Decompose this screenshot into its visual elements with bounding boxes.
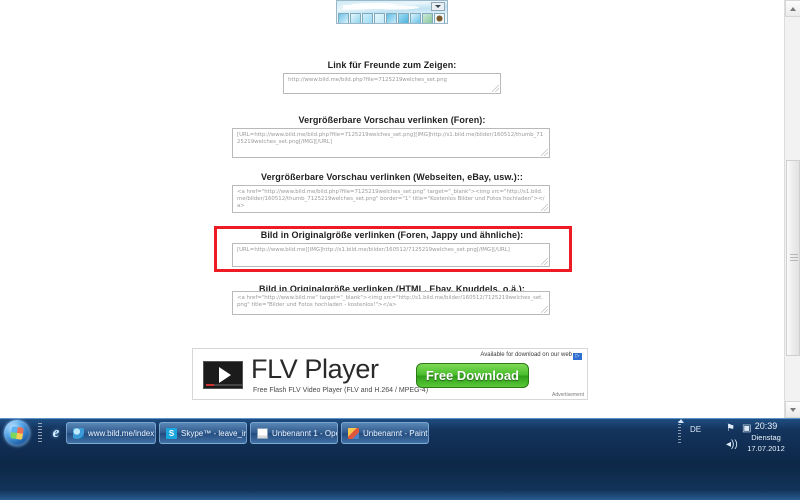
clock[interactable]: 20:39 Dienstag 17.07.2012 — [738, 421, 794, 454]
thumbnail-tile — [422, 13, 433, 23]
thumbnail-tile — [386, 13, 397, 23]
browser-viewport: Link für Freunde zum Zeigen: http://www.… — [0, 0, 784, 418]
label-html-preview-link: Vergrößerbare Vorschau verlinken (Websei… — [260, 172, 524, 182]
scroll-up-button[interactable] — [785, 0, 800, 17]
taskbar-button-skype[interactable]: S Skype™ - leave_in_sil... — [159, 422, 247, 444]
clock-time: 20:39 — [754, 421, 778, 431]
screen: Link für Freunde zum Zeigen: http://www.… — [0, 0, 800, 500]
action-center-flag-icon[interactable]: ⚑ — [726, 423, 735, 434]
start-button[interactable] — [4, 420, 30, 446]
chevron-up-icon — [790, 6, 796, 11]
play-icon — [203, 361, 243, 389]
section-html-preview-link: Vergrößerbare Vorschau verlinken (Websei… — [0, 172, 784, 182]
thumbnail-tile — [338, 13, 349, 23]
taskbar-button-paint[interactable]: Unbenannt - Paint — [341, 422, 429, 444]
ad-availability-label: Available for download on our web — [480, 352, 572, 358]
textarea-html-preview-link[interactable]: <a href="http://www.bild.me/bild.php?fil… — [232, 185, 550, 213]
label-friend-link: Link für Freunde zum Zeigen: — [327, 60, 457, 70]
taskbar-button-label: www.bild.me/index... — [88, 428, 156, 438]
section-friend-link: Link für Freunde zum Zeigen: — [0, 60, 784, 70]
thumbnail-tiles — [338, 13, 445, 23]
taskbar-strip: e www.bild.me/index... S Skype™ - leave_… — [0, 419, 800, 453]
clock-weekday: Dienstag — [751, 433, 781, 442]
taskbar-button-label: Unbenannt - Paint — [363, 428, 428, 438]
advertisement-banner[interactable]: FLV Player Free Flash FLV Video Player (… — [192, 348, 588, 400]
taskbar-button-label: Skype™ - leave_in_sil... — [181, 428, 246, 438]
volume-icon[interactable]: ◂)) — [726, 439, 738, 450]
paint-icon — [348, 427, 359, 439]
globe-icon — [73, 427, 84, 439]
clock-date: 17.07.2012 — [747, 444, 785, 453]
ad-title: FLV Player — [251, 354, 379, 384]
windows-taskbar: e www.bild.me/index... S Skype™ - leave_… — [0, 418, 800, 500]
thumbnail-tile — [350, 13, 361, 23]
grip-icon — [790, 254, 798, 262]
taskbar-button-writer[interactable]: Unbenannt 1 - Open... — [250, 422, 338, 444]
internet-explorer-icon[interactable]: e — [48, 425, 64, 441]
quicklaunch-grip[interactable] — [38, 423, 42, 443]
thumbnail-tile — [398, 13, 409, 23]
ad-disclosure-label: Advertisement — [552, 392, 584, 398]
ad-subtitle: Free Flash FLV Video Player (FLV and H.2… — [253, 387, 429, 394]
section-forum-preview-link: Vergrößerbare Vorschau verlinken (Foren)… — [0, 115, 784, 125]
label-forum-preview-link: Vergrößerbare Vorschau verlinken (Foren)… — [298, 115, 486, 125]
vertical-scrollbar[interactable] — [784, 0, 800, 418]
chevron-down-icon — [790, 407, 796, 412]
section-fullsize-forum-link: Bild in Originalgröße verlinken (Foren, … — [0, 230, 784, 240]
textarea-fullsize-forum-link[interactable]: [URL=http://www.bild.me][IMG]http://s1.b… — [232, 243, 550, 267]
scroll-down-button[interactable] — [785, 401, 800, 418]
document-icon — [257, 427, 268, 439]
thumbnail-tile — [374, 13, 385, 23]
chevron-down-icon[interactable] — [431, 2, 445, 11]
thumbnail-tile — [434, 13, 445, 23]
label-fullsize-forum-link: Bild in Originalgröße verlinken (Foren, … — [260, 230, 524, 240]
adchoices-icon[interactable]: ▷ — [573, 353, 582, 360]
language-indicator[interactable]: DE — [690, 425, 701, 434]
thumbnail-tile — [410, 13, 421, 23]
textarea-friend-link[interactable]: http://www.bild.me/bild.php?file=7125219… — [283, 73, 501, 94]
skype-icon: S — [166, 427, 177, 439]
taskbar-button-label: Unbenannt 1 - Open... — [272, 428, 337, 438]
taskbar-button-browser[interactable]: www.bild.me/index... — [66, 422, 156, 444]
tray-divider — [678, 421, 681, 443]
scrollbar-thumb[interactable] — [786, 160, 800, 356]
thumbnail-tile — [362, 13, 373, 23]
textarea-forum-preview-link[interactable]: [URL=http://www.bild.me/bild.php?file=71… — [232, 128, 550, 158]
textarea-fullsize-html-link[interactable]: <a href="http://www.bild.me" target="_bl… — [232, 291, 550, 315]
system-tray: DE ⚑ ▣ ◂)) 20:39 Dienstag 17.07.2012 — [678, 419, 796, 457]
free-download-button[interactable]: Free Download — [415, 363, 529, 388]
ad-availability-text: Available for download on our web ▷ — [480, 352, 582, 360]
image-thumbnail-strip[interactable] — [336, 0, 448, 24]
